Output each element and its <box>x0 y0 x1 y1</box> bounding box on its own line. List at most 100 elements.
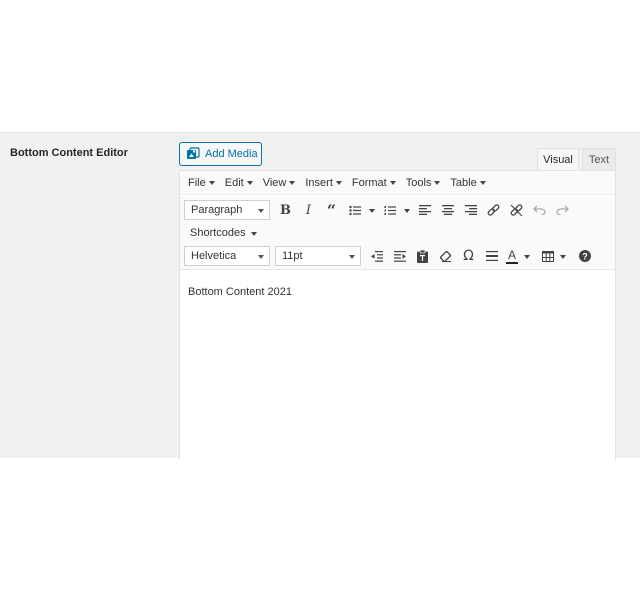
font-size-value: 11pt <box>282 250 303 262</box>
font-family-select[interactable]: Helvetica <box>184 246 270 266</box>
special-character-icon: Ω <box>463 248 474 264</box>
toolbar-row-3: Helvetica 11pt Ω A ? <box>180 243 615 270</box>
numbered-list-dropdown[interactable] <box>401 199 413 221</box>
italic-icon: I <box>305 202 312 218</box>
content-paragraph: Bottom Content 2021 <box>188 286 292 298</box>
toolbar-row-2: Shortcodes <box>180 223 615 243</box>
table-dropdown[interactable] <box>557 245 569 267</box>
text-color-icon: A <box>506 249 518 264</box>
paragraph-format-value: Paragraph <box>191 204 243 216</box>
field-label: Bottom Content Editor <box>10 147 128 159</box>
clear-formatting-icon <box>439 250 452 262</box>
align-center-icon <box>441 205 454 215</box>
menu-insert-label: Insert <box>305 176 333 189</box>
outdent-button[interactable] <box>365 245 388 267</box>
undo-icon <box>533 205 546 215</box>
align-right-icon <box>464 205 477 215</box>
menu-file-label: File <box>188 176 206 189</box>
menu-format-label: Format <box>351 176 387 189</box>
chevron-down-icon <box>258 208 264 213</box>
bullet-list-button[interactable] <box>343 199 366 221</box>
indent-icon <box>393 250 406 262</box>
link-icon <box>487 203 500 217</box>
align-center-button[interactable] <box>436 199 459 221</box>
paste-as-text-button[interactable] <box>411 245 434 267</box>
help-button[interactable]: ? <box>573 245 596 267</box>
paste-as-text-icon <box>417 249 428 263</box>
bullet-list-icon <box>348 205 361 216</box>
toolbar-row-1: Paragraph B I “ <box>180 197 615 223</box>
menu-edit[interactable]: Edit <box>221 177 257 189</box>
font-size-select[interactable]: 11pt <box>275 246 361 266</box>
undo-button[interactable] <box>528 199 551 221</box>
unlink-icon <box>510 203 523 217</box>
chevron-down-icon <box>289 181 296 185</box>
align-right-button[interactable] <box>459 199 482 221</box>
chevron-down-icon <box>250 231 257 236</box>
menu-table-label: Table <box>450 176 477 189</box>
chevron-down-icon <box>369 208 375 213</box>
chevron-down-icon <box>389 181 396 185</box>
menu-insert[interactable]: Insert <box>301 177 346 189</box>
shortcodes-label: Shortcodes <box>190 227 246 239</box>
chevron-down-icon <box>246 181 253 185</box>
add-media-button[interactable]: Add Media <box>179 142 262 166</box>
text-color-button[interactable]: A <box>503 245 521 267</box>
text-color-dropdown[interactable] <box>521 245 533 267</box>
italic-button[interactable]: I <box>297 199 320 221</box>
menu-edit-label: Edit <box>224 176 244 189</box>
chevron-down-icon <box>524 254 530 259</box>
numbered-list-button[interactable] <box>378 199 401 221</box>
horizontal-line-icon <box>485 251 498 261</box>
table-icon <box>542 250 554 262</box>
add-media-label: Add Media <box>205 148 258 160</box>
chevron-down-icon <box>258 254 264 259</box>
chevron-down-icon <box>560 254 566 259</box>
chevron-down-icon <box>335 181 342 185</box>
outdent-icon <box>370 250 383 262</box>
menu-table[interactable]: Table <box>446 177 489 189</box>
svg-text:?: ? <box>582 251 588 261</box>
horizontal-line-button[interactable] <box>480 245 503 267</box>
page: Bottom Content Editor Add Media Visual T… <box>0 0 640 590</box>
unlink-button[interactable] <box>505 199 528 221</box>
link-button[interactable] <box>482 199 505 221</box>
menu-view-label: View <box>262 176 287 189</box>
align-left-button[interactable] <box>413 199 436 221</box>
bullet-list-dropdown[interactable] <box>366 199 378 221</box>
shortcodes-dropdown[interactable]: Shortcodes <box>184 227 257 239</box>
chevron-down-icon <box>208 181 215 185</box>
bold-button[interactable]: B <box>274 199 297 221</box>
indent-button[interactable] <box>388 245 411 267</box>
menu-view[interactable]: View <box>259 177 300 189</box>
chevron-down-icon <box>349 254 355 259</box>
paragraph-format-select[interactable]: Paragraph <box>184 200 270 220</box>
redo-icon <box>556 205 569 215</box>
editor-menubar: File Edit View Insert Format Tools Table <box>180 171 615 195</box>
rich-text-editor: File Edit View Insert Format Tools Table… <box>179 170 616 460</box>
tab-text[interactable]: Text <box>582 148 616 171</box>
special-character-button[interactable]: Ω <box>457 245 480 267</box>
blockquote-icon: “ <box>326 200 337 220</box>
editor-panel: Bottom Content Editor Add Media Visual T… <box>0 132 640 460</box>
text-color-letter: A <box>507 247 516 262</box>
align-left-icon <box>418 205 431 215</box>
menu-format[interactable]: Format <box>348 177 400 189</box>
redo-button[interactable] <box>551 199 574 221</box>
editor-content-area[interactable]: Bottom Content 2021 <box>180 274 615 461</box>
menu-tools-label: Tools <box>405 176 432 189</box>
clear-formatting-button[interactable] <box>434 245 457 267</box>
table-button[interactable] <box>539 245 557 267</box>
chevron-down-icon <box>404 208 410 213</box>
menu-tools[interactable]: Tools <box>402 177 445 189</box>
chevron-down-icon <box>479 181 486 185</box>
menu-file[interactable]: File <box>184 177 219 189</box>
chevron-down-icon <box>434 181 441 185</box>
numbered-list-icon <box>384 205 396 216</box>
add-media-icon <box>186 147 200 161</box>
font-family-value: Helvetica <box>191 250 237 262</box>
blockquote-button[interactable]: “ <box>320 199 343 221</box>
bold-icon: B <box>280 202 291 218</box>
help-icon: ? <box>578 250 591 262</box>
tab-visual[interactable]: Visual <box>537 148 579 171</box>
